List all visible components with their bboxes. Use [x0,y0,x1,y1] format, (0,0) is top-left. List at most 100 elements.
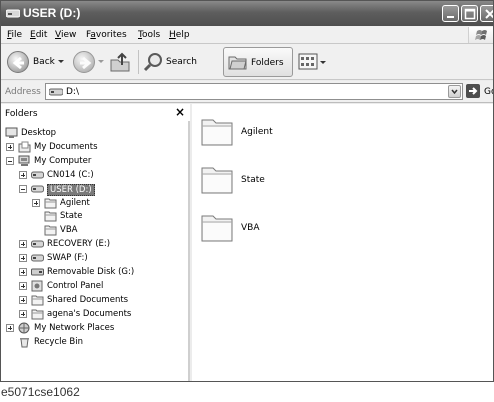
tree-item-label: My Documents [34,141,98,152]
back-arrow-icon [7,51,29,73]
drive-icon [31,171,44,179]
expand-icon[interactable] [6,323,14,332]
recycle-bin-icon [20,337,29,347]
menu-file[interactable]: File [7,30,22,40]
toolbar-separator [138,50,139,74]
tree-item[interactable]: USER (D:) [1,183,190,196]
search-button[interactable]: Search [142,48,220,76]
expand-icon[interactable] [32,198,40,207]
go-button[interactable]: Go [466,84,493,100]
tree-item-label: Agilent [60,197,90,208]
tree-item[interactable]: Removable Disk (G:) [1,266,190,278]
menu-edit[interactable]: Edit [30,30,47,40]
folder-icon [201,215,233,242]
forward-arrow-icon [73,51,95,73]
tree-item[interactable]: Agilent [1,197,190,209]
toolbar: Back Search Folders [1,44,493,80]
maximize-button[interactable] [461,5,478,22]
documents-icon [18,141,31,153]
explorer-window: USER (D:) File Edit View Favorites Tools… [0,0,494,382]
expand-icon[interactable] [19,170,27,179]
menu-help[interactable]: Help [169,30,190,40]
tree-item-label: Shared Documents [47,294,129,305]
tree-item[interactable]: SWAP (F:) [1,252,190,264]
expand-icon[interactable] [19,281,27,290]
tree-item[interactable]: agena's Documents [1,308,190,320]
folder-item[interactable]: VBA [200,211,400,251]
content-pane: Agilent State VBA [192,104,493,381]
tree-item-label: Removable Disk (G:) [47,267,135,277]
address-value: D:\ [66,87,79,97]
folder-icon [44,225,57,236]
folders-pane-close-button[interactable]: × [175,105,185,119]
drive-icon [31,254,44,262]
expand-icon[interactable] [19,309,27,318]
folder-icon [201,119,233,146]
forward-button[interactable] [73,48,105,76]
window-title: USER (D:) [23,6,81,20]
folders-button[interactable]: Folders [223,47,293,77]
tree-item[interactable]: Shared Documents [1,294,190,306]
tree-item-label: Control Panel [47,280,104,291]
folder-item-name: State [241,175,265,185]
up-folder-icon [110,52,130,72]
expand-icon[interactable] [19,268,27,276]
tree-item[interactable]: My Documents [1,141,190,153]
close-button[interactable] [480,5,493,22]
menu-view[interactable]: View [55,30,76,40]
computer-icon [18,155,30,166]
up-folder-button[interactable] [108,48,134,76]
tree-item[interactable]: Desktop [1,127,190,139]
folders-label: Folders [251,58,284,68]
expand-icon[interactable] [19,240,27,249]
control-panel-icon [31,280,43,292]
close-icon [485,9,493,19]
menu-favorites[interactable]: Favorites [86,30,127,40]
address-label: Address [5,87,41,97]
tree-item-label: My Network Places [34,322,115,333]
tree-item[interactable]: State [1,210,190,222]
tree-item[interactable]: My Network Places [1,322,190,334]
folder-icon [44,198,57,208]
drive-icon [31,240,44,248]
expand-icon[interactable] [6,142,14,151]
expand-icon[interactable] [19,254,27,263]
folders-icon [228,56,247,70]
minimize-button[interactable] [442,5,459,22]
folder-item[interactable]: State [200,163,400,203]
collapse-icon[interactable] [19,184,27,193]
folder-item-name: VBA [241,223,260,233]
tree-item-label: Desktop [21,128,57,138]
tree-item[interactable]: Control Panel [1,280,190,292]
address-dropdown-button[interactable] [448,85,461,98]
views-button[interactable] [298,48,328,76]
tree-item[interactable]: My Computer [1,155,190,167]
address-field[interactable]: D:\ [45,83,463,100]
minimize-icon [447,16,454,18]
back-button[interactable]: Back [5,48,67,76]
windows-logo-icon [468,27,493,43]
folders-pane: Folders × Desktop My Documents My Computer… [1,104,190,381]
figure-caption: e5071cse1062 [1,385,80,399]
tree-item-label: CN014 (C:) [47,169,94,180]
menu-tools[interactable]: Tools [138,30,160,40]
drive-icon [49,88,63,96]
tree-item-label: USER (D:) [47,183,95,196]
go-label: Go [484,87,493,97]
drive-icon [6,9,20,18]
collapse-icon[interactable] [6,156,14,165]
tree-item[interactable]: Recycle Bin [1,336,190,348]
folder-item[interactable]: Agilent [200,115,400,155]
folders-pane-title: Folders [5,109,38,119]
search-label: Search [166,57,197,67]
address-bar: Address D:\ Go [1,81,493,103]
tree-item-label: VBA [60,225,78,236]
folder-icon [44,211,57,222]
title-bar[interactable]: USER (D:) [1,1,493,26]
folder-icon [201,167,233,194]
tree-item[interactable]: CN014 (C:) [1,169,190,181]
tree-item[interactable]: VBA [1,224,190,236]
tree-item[interactable]: RECOVERY (E:) [1,238,190,250]
expand-icon[interactable] [19,295,27,304]
chevron-down-icon [58,60,64,63]
